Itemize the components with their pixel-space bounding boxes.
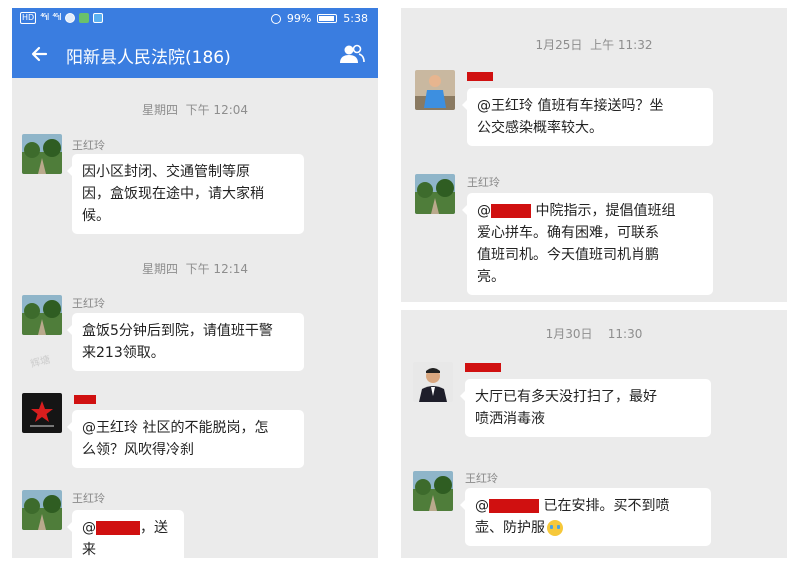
redacted-mention [489,499,539,513]
message-bubble[interactable]: 大厅已有多天没打扫了，最好 喷洒消毒液 [460,379,711,437]
network-indicator: HD [20,12,37,24]
group-members-icon [340,44,365,63]
message-text: 喷洒消毒液 [475,411,545,427]
landscape-avatar-image [413,471,453,511]
battery-percent: 99% [286,12,312,25]
avatar-child-photo[interactable] [415,70,455,110]
sender-name: 王红玲 [72,492,105,505]
chat-title: 阳新县人民法院(186) [66,48,231,68]
message-text: 壶、防护服 [475,520,545,536]
app-notification-icon-2 [92,13,103,23]
message-text: 来213领取。 [82,345,165,361]
mention-prefix: @ [82,520,96,536]
watermark-text: 辉塘 [29,354,52,371]
message-text: 因，盒饭现在途中，请大家稍 [82,186,264,202]
message-timestamp: 1月25日 上午 11:32 [535,38,653,52]
back-button[interactable] [26,40,54,68]
message-bubble[interactable]: @ 中院指示，提倡值班组 爱心拼车。确有困难，可联系 值班司机。今天值班司机肖鹏… [462,193,713,295]
avatar-wang-hongling[interactable] [413,471,453,511]
landscape-avatar-image [415,174,455,214]
message-text: 值班司机。今天值班司机肖鹏 [477,247,659,263]
signal-strength-b: ⁴⁶ıl [52,13,61,23]
man-photo-avatar-image [413,362,453,402]
message-bubble[interactable]: @ ，送来 [67,510,184,558]
redacted-sender-name [467,72,493,81]
message-text: @王红玲 值班有车接送吗？坐 [477,98,664,114]
message-text: 大厅已有多天没打扫了，最好 [475,389,657,405]
crying-face-emoji-icon [547,520,563,536]
chat-header: 阳新县人民法院(186) [12,30,378,78]
sender-name: 王红玲 [467,176,500,189]
message-text: 因小区封闭、交通管制等原 [82,164,250,180]
chat-window-right-top: 1月25日 上午 11:32 @王红玲 值班有车接送吗？坐 公交感染概率较大。 … [401,8,787,302]
message-text: 么领？风吹得冷刹 [82,442,194,458]
redacted-sender-name [74,395,96,404]
message-bubble[interactable]: 盒饭5分钟后到院，请值班干警 来213领取。 [67,313,304,371]
mention-prefix: @ [475,498,489,514]
star-emblem-avatar-image [22,393,62,433]
sender-name: 王红玲 [72,139,105,152]
redacted-mention [96,521,140,535]
landscape-avatar-image [22,295,62,335]
redacted-mention [491,204,531,218]
message-bubble[interactable]: @王红玲 社区的不能脱岗，怎 么领？风吹得冷刹 [67,410,304,468]
chat-window-right-bottom: 1月30日 11:30 大厅已有多天没打扫了，最好 喷洒消毒液 王红玲 @ 已在… [401,310,787,558]
arrow-left-icon [31,46,48,62]
avatar-man-photo[interactable] [413,362,453,402]
clock-time: 5:38 [343,12,368,25]
child-photo-avatar-image [415,70,455,110]
message-text: 中院指示，提倡值班组 [531,203,676,219]
chat-window-left: HD ⁴⁶ıl ⁴⁶ıl 99% 5:38 阳新县人民法院(186) 星期四 下… [12,8,378,558]
message-text: 公交感染概率较大。 [477,120,603,136]
message-timestamp: 星期四 下午 12:14 [141,262,249,276]
message-text: 已在安排。买不到喷 [539,498,670,514]
message-text: 盒饭5分钟后到院，请值班干警 [82,323,273,339]
message-text: 候。 [82,208,110,224]
message-text: 爱心拼车。确有困难，可联系 [477,225,659,241]
landscape-avatar-image [22,134,62,174]
avatar-wang-hongling[interactable] [22,490,62,530]
avatar-wang-hongling[interactable] [22,295,62,335]
notification-icon [64,13,75,23]
status-bar: HD ⁴⁶ıl ⁴⁶ıl 99% 5:38 [12,8,378,30]
mention-prefix: @ [477,203,491,219]
message-text: @王红玲 社区的不能脱岗，怎 [82,420,269,436]
landscape-avatar-image [22,490,62,530]
signal-strength-a: ⁴⁶ıl [40,13,49,23]
message-bubble[interactable]: @王红玲 值班有车接送吗？坐 公交感染概率较大。 [462,88,713,146]
message-bubble[interactable]: @ 已在安排。买不到喷 壶、防护服 [460,488,711,546]
message-timestamp: 1月30日 11:30 [545,327,643,341]
avatar-wang-hongling[interactable] [22,134,62,174]
message-text: 亮。 [477,269,505,285]
sender-name: 王红玲 [72,297,105,310]
avatar-wang-hongling[interactable] [415,174,455,214]
sender-name: 王红玲 [465,472,498,485]
alarm-icon [270,13,281,24]
app-notification-icon [78,13,89,23]
battery-icon [317,14,338,23]
message-timestamp: 星期四 下午 12:04 [141,103,249,117]
avatar-redacted-user[interactable] [22,393,62,433]
redacted-sender-name [465,363,501,372]
group-members-button[interactable] [338,41,366,67]
message-bubble[interactable]: 因小区封闭、交通管制等原 因，盒饭现在途中，请大家稍 候。 [67,154,304,234]
